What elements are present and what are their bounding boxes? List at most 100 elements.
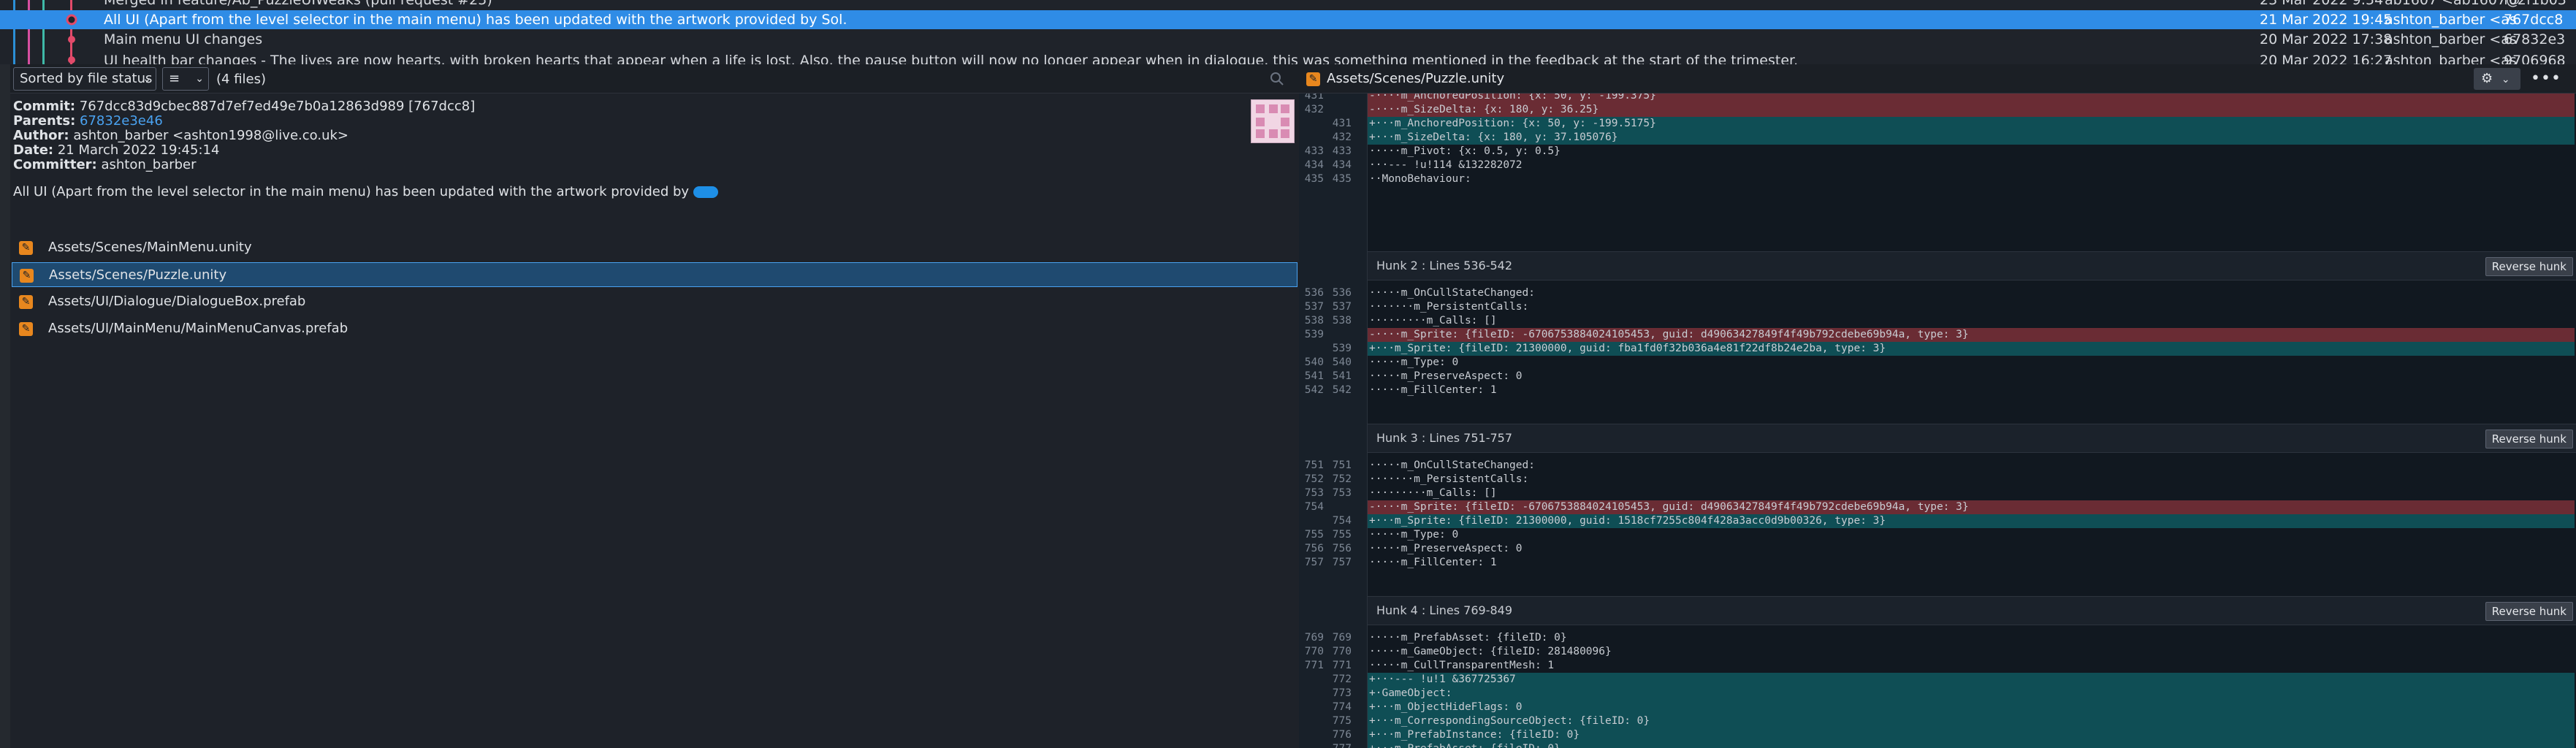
diff-line-added: 772 +···--- !u!1 &367725367 — [1299, 673, 2576, 687]
diff-line-context: 542 542 ·····m_FillCenter: 1 — [1299, 383, 2576, 397]
new-line-number: 772 — [1332, 673, 1352, 685]
diff-line-text: ·····m_Type: 0 — [1369, 356, 1459, 368]
commit-node — [68, 36, 75, 43]
old-line-number: 538 — [1304, 315, 1324, 327]
commit-hash: 767dcc8 — [2504, 12, 2564, 28]
new-line-number: 777 — [1327, 742, 1352, 748]
author-value: ashton_barber <ashton1998@live.co.uk> — [73, 128, 348, 143]
more-icon[interactable]: ••• — [2531, 68, 2561, 90]
new-line-number: 756 — [1332, 543, 1352, 554]
commit-summary-text: All UI (Apart from the level selector in… — [13, 184, 690, 199]
date-value: 21 March 2022 19:45:14 — [57, 142, 220, 158]
new-line-number: 540 — [1332, 356, 1352, 368]
new-line-number: 434 — [1332, 159, 1352, 171]
new-line-number: 433 — [1332, 145, 1352, 157]
diff-line-text: ·····m_CullTransparentMesh: 1 — [1369, 660, 1555, 671]
new-line-number: 536 — [1332, 287, 1352, 299]
new-line-number: 751 — [1332, 459, 1352, 471]
modified-file-icon: ✎ — [19, 322, 33, 336]
diff-line-added: 432 +···m_SizeDelta: {x: 180, y: 37.10507… — [1299, 131, 2576, 145]
file-path: Assets/Scenes/MainMenu.unity — [48, 240, 252, 255]
changed-files-list: ✎ Assets/Scenes/MainMenu.unity ✎ Assets/… — [12, 235, 1297, 343]
files-count: (4 files) — [216, 72, 267, 87]
new-line-number: 757 — [1332, 557, 1352, 568]
new-line-number: 755 — [1332, 529, 1352, 541]
commit-author: ashton_barber <as — [2385, 53, 2517, 64]
file-path: Assets/UI/Dialogue/DialogueBox.prefab — [48, 294, 306, 309]
hunk-header: Hunk 4 : Lines 769-849 Reverse hunk — [1368, 596, 2576, 625]
file-row[interactable]: ✎ Assets/Scenes/MainMenu.unity — [12, 235, 1297, 260]
diff-line-context: 751 751 ·····m_OnCullStateChanged: — [1299, 459, 2576, 473]
diff-options-button[interactable]: ⚙ ⌄ — [2474, 68, 2520, 90]
hunk-header: Hunk 3 : Lines 751-757 Reverse hunk — [1368, 424, 2576, 453]
hunk-title: Hunk 4 : Lines 769-849 — [1376, 603, 1513, 617]
new-line-number: 773 — [1332, 687, 1352, 699]
diff-line-added: 431 +···m_AnchoredPosition: {x: 50, y: -1… — [1299, 117, 2576, 131]
diff-line-text: +···m_CorrespondingSourceObject: {fileID… — [1368, 714, 2575, 728]
old-line-number: 435 — [1304, 173, 1324, 185]
diff-line-text: +···m_Sprite: {fileID: 21300000, guid: 1… — [1368, 514, 2575, 528]
diff-line-text: ·····m_Pivot: {x: 0.5, y: 0.5} — [1369, 145, 1561, 157]
diff-line-text: -····m_Sprite: {fileID: -670675388402410… — [1368, 328, 2575, 342]
new-line-number: 752 — [1332, 473, 1352, 485]
parent-link[interactable]: 67832e3e46 — [80, 113, 163, 129]
diff-line-context: 434 434 ···--- !u!114 &132282072 — [1299, 159, 2576, 172]
new-line-number: 774 — [1332, 701, 1352, 713]
graph-nodes — [66, 14, 77, 64]
diff-line-context: 771 771 ·····m_CullTransparentMesh: 1 — [1299, 659, 2576, 673]
file-toolbar: Sorted by file status ⌄ ≡ ⌄ (4 files) — [10, 64, 1299, 94]
diff-line-text: +·GameObject: — [1368, 687, 2575, 701]
old-line-number: 542 — [1304, 384, 1324, 396]
sort-dropdown[interactable]: Sorted by file status ⌄ — [13, 67, 156, 91]
new-line-number: 435 — [1332, 173, 1352, 185]
commit-date: 20 Mar 2022 17:38 — [2260, 31, 2393, 47]
new-line-number: 542 — [1332, 384, 1352, 396]
diff-line-text: ·····m_PrefabAsset: {fileID: 0} — [1369, 632, 1567, 644]
reverse-hunk-button[interactable]: Reverse hunk — [2485, 430, 2573, 449]
commit-row[interactable]: Main menu UI changes 20 Mar 2022 17:38 a… — [0, 30, 2576, 49]
view-mode-dropdown[interactable]: ≡ ⌄ — [162, 67, 209, 91]
file-row-selected[interactable]: ✎ Assets/Scenes/Puzzle.unity — [12, 262, 1297, 287]
diff-line-text: +···m_SizeDelta: {x: 180, y: 37.105076} — [1368, 131, 2575, 145]
file-path: Assets/Scenes/Puzzle.unity — [49, 267, 227, 283]
commit-hash: f02f1b03 — [2504, 0, 2567, 8]
list-icon: ≡ — [169, 71, 180, 86]
diff-line-context: 433 433 ·····m_Pivot: {x: 0.5, y: 0.5} — [1299, 145, 2576, 159]
diff-line-removed: 431 -····m_AnchoredPosition: {x: 50, y: -… — [1299, 94, 2576, 103]
commit-row[interactable]: Merged in feature/Ab_PuzzleUIWeaks (pull… — [0, 0, 2576, 9]
diff-line-context: 770 770 ·····m_GameObject: {fileID: 281480… — [1299, 645, 2576, 659]
diff-line-text: ·····m_GameObject: {fileID: 281480096} — [1369, 646, 1612, 657]
old-line-number: 536 — [1304, 287, 1324, 299]
old-line-number: 770 — [1304, 646, 1324, 657]
diff-header: ✎ Assets/Scenes/Puzzle.unity ⚙ ⌄ ••• — [1299, 64, 2576, 94]
new-line-number: 539 — [1332, 343, 1352, 354]
diff-line-context: 756 756 ·····m_PreserveAspect: 0 — [1299, 542, 2576, 556]
file-row[interactable]: ✎ Assets/UI/MainMenu/MainMenuCanvas.pref… — [12, 316, 1297, 341]
diff-line-text: ·······m_PersistentCalls: — [1369, 301, 1529, 313]
diff-line-removed: 432 -····m_SizeDelta: {x: 180, y: 36.25} — [1299, 103, 2576, 117]
new-line-number: 776 — [1332, 729, 1352, 741]
modified-file-icon: ✎ — [1306, 72, 1320, 86]
reverse-hunk-button[interactable]: Reverse hunk — [2485, 602, 2573, 621]
hunk-title: Hunk 2 : Lines 536-542 — [1376, 259, 1513, 272]
diff-line-added: 777 +···m_PrefabAsset: {fileID: 0} — [1299, 742, 2576, 748]
old-line-number: 432 — [1304, 104, 1324, 115]
search-icon[interactable] — [1270, 72, 1284, 86]
new-line-number: 431 — [1332, 118, 1352, 129]
diff-line-context: 538 538 ·········m_Calls: [] — [1299, 314, 2576, 328]
file-row[interactable]: ✎ Assets/UI/Dialogue/DialogueBox.prefab — [12, 289, 1297, 314]
diff-line-text: ·······m_PersistentCalls: — [1369, 473, 1529, 485]
commit-row[interactable]: UI health bar changes - The lives are no… — [0, 51, 2576, 64]
reverse-hunk-button[interactable]: Reverse hunk — [2485, 257, 2573, 276]
diff-line-text: +···m_PrefabInstance: {fileID: 0} — [1368, 728, 2575, 742]
modified-file-icon: ✎ — [19, 241, 33, 255]
commit-info: Commit: 767dcc83d9cbec887d7ef7ed49e7b0a1… — [13, 99, 1255, 172]
old-line-number: 431 — [1304, 94, 1324, 102]
diff-line-context: 435 435 ··MonoBehaviour: — [1299, 172, 2576, 186]
commit-message: All UI (Apart from the level selector in… — [104, 12, 847, 28]
diff-line-context: 769 769 ·····m_PrefabAsset: {fileID: 0} — [1299, 631, 2576, 645]
diff-line-text: ··MonoBehaviour: — [1369, 173, 1471, 185]
modified-file-icon: ✎ — [20, 269, 34, 283]
commit-row-selected[interactable]: All UI (Apart from the level selector in… — [0, 10, 2576, 29]
new-line-number: 775 — [1332, 715, 1352, 727]
